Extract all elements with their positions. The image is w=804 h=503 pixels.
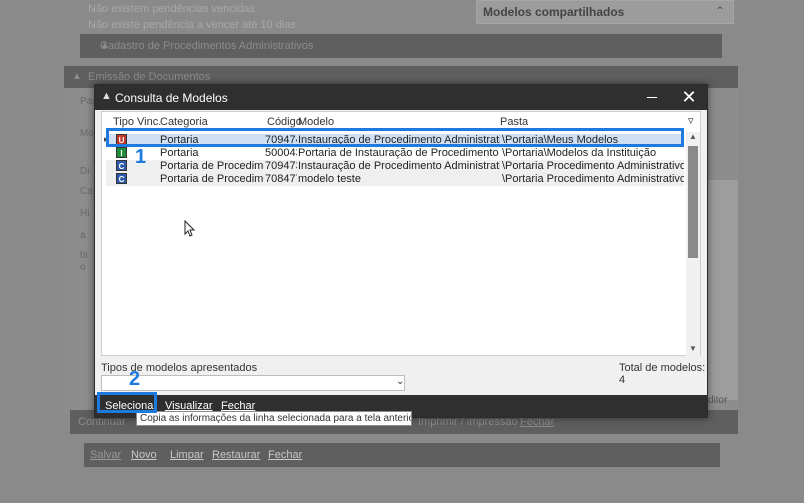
editor-label: ditor [708, 395, 728, 406]
cell-pasta: \Portaria\Modelos da Instituição [502, 147, 657, 159]
column-header-tipo[interactable]: Tipo [113, 116, 134, 128]
table-row[interactable]: C Portaria de Procedimento / 709473 Inst… [106, 160, 684, 173]
right-side-panel [708, 180, 738, 400]
cell-codigo: 709473 [265, 160, 297, 172]
shared-models-title: Modelos compartilhados [483, 5, 625, 19]
close-icon[interactable]: ✕ [677, 85, 701, 110]
close-main-button[interactable]: Fechar [268, 449, 302, 461]
cadastro-section-bar[interactable]: ▲ Cadastro de Procedimentos Administrati… [80, 34, 722, 58]
scroll-up-icon[interactable]: ▲ [686, 132, 700, 144]
type-institution-icon: I [116, 147, 127, 158]
column-header-pasta[interactable]: Pasta [500, 116, 528, 128]
total-models-label: Total de modelos: 4 [619, 362, 706, 386]
tipos-modelos-label: Tipos de modelos apresentados [101, 362, 258, 374]
cell-codigo: 500043 [265, 147, 297, 159]
annotation-number-2: 2 [129, 368, 141, 390]
side-label: o [80, 262, 86, 273]
new-button[interactable]: Novo [131, 449, 157, 461]
annotation-box-1 [106, 128, 684, 147]
minimize-button[interactable] [641, 85, 663, 110]
column-header-modelo[interactable]: Modelo [298, 116, 334, 128]
vertical-scrollbar[interactable]: ▲ ▼ [686, 132, 700, 356]
chevron-down-icon[interactable]: ⌄ [396, 376, 404, 387]
cell-categoria: Portaria [160, 147, 199, 159]
table-row[interactable]: I Portaria 500043 Portaria de Instauraçã… [106, 147, 684, 160]
cadastro-section-title: Cadastro de Procedimentos Administrativo… [100, 40, 314, 52]
select-tooltip: Copia as informações da linha selecionad… [136, 411, 412, 426]
scrollbar-thumb[interactable] [688, 146, 698, 258]
cell-pasta: \Portaria Procedimento Administrativo\Mo… [502, 160, 684, 172]
save-button[interactable]: Salvar [90, 449, 121, 461]
scroll-down-icon[interactable]: ▼ [686, 344, 700, 356]
shared-models-panel[interactable]: Modelos compartilhados ⌃ [476, 0, 734, 24]
cell-modelo: Portaria de Instauração de Procedimento … [298, 147, 500, 159]
filter-icon[interactable]: ▿ [688, 114, 694, 127]
clear-button[interactable]: Limpar [170, 449, 204, 461]
triangle-logo-icon: ▲ [72, 71, 82, 82]
column-header-vinc[interactable]: Vinc. [137, 116, 161, 128]
column-header-codigo[interactable]: Código [267, 116, 302, 128]
side-label: a [80, 230, 86, 241]
side-label: Hi [80, 208, 90, 219]
annotation-number-1: 1 [135, 146, 147, 168]
restore-button[interactable]: Restaurar [212, 449, 260, 461]
chevron-up-icon[interactable]: ⌃ [715, 4, 725, 18]
side-label: Di [80, 166, 90, 177]
cell-categoria: Portaria de Procedimento / [160, 160, 264, 172]
type-category-icon: C [116, 160, 127, 171]
dialog-titlebar[interactable]: ▲ Consulta de Modelos ✕ [95, 85, 707, 110]
cell-categoria: Portaria de Procedimento / [160, 173, 264, 185]
annotation-box-2 [97, 392, 157, 413]
cell-pasta: \Portaria Procedimento Administrativo\Mo… [502, 173, 684, 185]
pending-overdue-text: Não existem pendências vencidas [88, 3, 255, 15]
side-label: bi [80, 250, 88, 261]
dialog-title: Consulta de Modelos [115, 91, 228, 105]
table-row[interactable]: C Portaria de Procedimento / 708477 mode… [106, 173, 684, 186]
mouse-cursor-icon [184, 220, 196, 237]
emissao-window-title: Emissão de Documentos [88, 71, 211, 83]
tipos-modelos-select[interactable]: ⌄ [101, 375, 405, 391]
side-label: Ca [80, 186, 93, 197]
type-category-icon: C [116, 173, 127, 184]
column-header-categoria[interactable]: Categoria [160, 116, 208, 128]
cell-modelo: modelo teste [298, 173, 361, 185]
triangle-logo-icon: ▲ [101, 90, 112, 102]
pending-upcoming-text: Não existe pendência a vencer até 10 dia… [88, 19, 296, 31]
cell-modelo: Instauração de Procedimento Administrati… [298, 160, 500, 172]
cell-codigo: 708477 [265, 173, 297, 185]
main-actions-bar: Salvar Novo Limpar Restaurar Fechar [84, 443, 720, 467]
